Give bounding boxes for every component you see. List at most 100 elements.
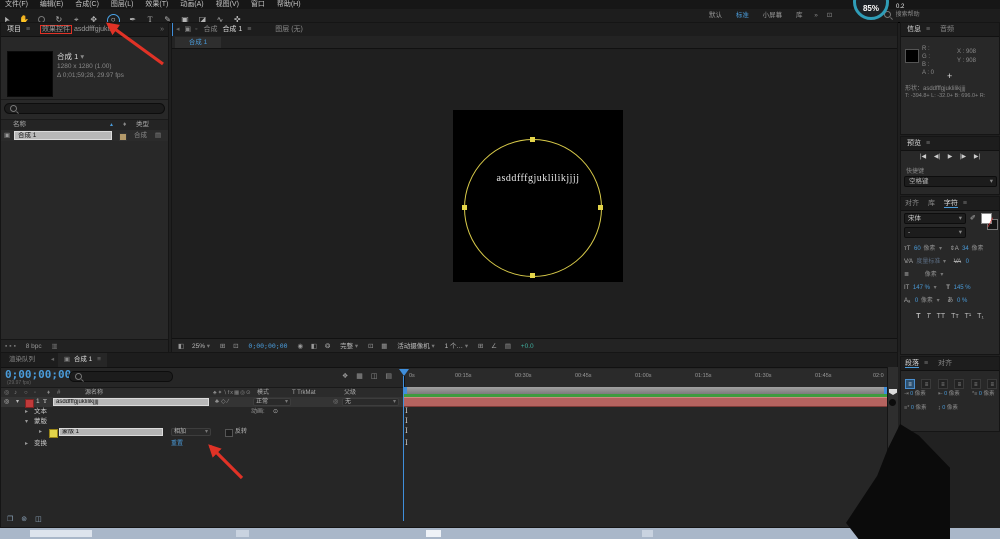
- tab-render-queue[interactable]: 渲染队列: [9, 356, 35, 363]
- caret-down-icon[interactable]: ▾: [940, 272, 943, 278]
- roi-icon[interactable]: ⊡: [368, 343, 373, 350]
- menu-help[interactable]: 帮助(H): [272, 1, 306, 8]
- tab-libraries[interactable]: 库: [928, 200, 935, 207]
- font-family-select[interactable]: 宋体 ▾: [904, 213, 966, 224]
- mask-name-field[interactable]: 蒙版 1: [59, 428, 163, 436]
- mask-invert-checkbox[interactable]: [225, 429, 233, 437]
- mask-visibility-icon[interactable]: ⊡: [233, 343, 238, 350]
- timeline-graph-icon[interactable]: ▤: [505, 343, 511, 350]
- layer-expand-caret[interactable]: ▾: [16, 397, 19, 407]
- masks-group-row[interactable]: ▾ 蒙版: [1, 417, 404, 427]
- space-before-field[interactable]: *≡ 0 像素: [972, 389, 999, 397]
- trash-icon[interactable]: ▥: [51, 343, 57, 350]
- justify-last-left-button[interactable]: ≡: [954, 379, 964, 389]
- align-center-button[interactable]: ≡: [921, 379, 931, 389]
- label-color-chip[interactable]: [119, 133, 127, 141]
- fit-icon[interactable]: ◧: [178, 343, 184, 350]
- menu-window[interactable]: 窗口: [246, 1, 270, 8]
- mask-color-chip[interactable]: [49, 429, 58, 438]
- ruler-icon[interactable]: ∠: [491, 343, 497, 350]
- color-depth[interactable]: 8 bpc: [26, 343, 42, 350]
- eyedropper-icon[interactable]: ✐: [970, 214, 976, 222]
- comp-canvas[interactable]: asddfffgjuklilikjjjj: [453, 110, 623, 282]
- caret-down-icon[interactable]: ▾: [939, 246, 942, 252]
- tab-layer-viewer[interactable]: 图层 (无): [275, 26, 303, 33]
- tab-composition-1[interactable]: 合成 1: [222, 26, 242, 33]
- workspace-grid-icon[interactable]: ⊡: [827, 12, 832, 19]
- last-frame-button[interactable]: ▶|: [974, 154, 980, 160]
- work-area-bar[interactable]: [404, 387, 887, 394]
- animate-menu-icon[interactable]: ⊙: [273, 407, 278, 417]
- playhead-line[interactable]: [403, 376, 404, 521]
- taskbar-item[interactable]: [30, 530, 92, 537]
- viewer-timecode[interactable]: 0;00;00;00: [248, 342, 287, 350]
- menu-layer[interactable]: 图层(L): [106, 1, 139, 8]
- viewer-subtab[interactable]: 合成 1: [175, 37, 221, 48]
- layer-name-field[interactable]: asddfffgjuklilikjjjj: [53, 398, 209, 406]
- draft-3d-icon[interactable]: ▦: [356, 373, 363, 380]
- all-caps-toggle[interactable]: TT: [937, 313, 946, 320]
- timeline-active-tab[interactable]: ▣ 合成 1 ≡: [58, 353, 107, 367]
- vertical-scale-value[interactable]: 147 %: [913, 285, 930, 291]
- panel-menu-icon[interactable]: ≡: [247, 26, 251, 33]
- navigator-end-handle[interactable]: [889, 389, 897, 395]
- justify-last-center-button[interactable]: ≡: [971, 379, 981, 389]
- grid-guides-icon[interactable]: ⊞: [220, 343, 225, 350]
- graph-editor-icon[interactable]: ▤: [385, 373, 392, 380]
- kerning-value[interactable]: 度量标准: [916, 259, 940, 265]
- tab-character[interactable]: 字符: [944, 200, 958, 208]
- menu-view[interactable]: 视图(V): [211, 1, 244, 8]
- small-caps-toggle[interactable]: Tт: [951, 313, 958, 320]
- horizontal-scale-value[interactable]: 145 %: [954, 285, 971, 291]
- project-overflow-icon[interactable]: »: [160, 23, 164, 36]
- space-after-field[interactable]: ≡* 0 像素: [904, 403, 927, 411]
- project-search-input[interactable]: [4, 103, 165, 114]
- mask-vertex-left[interactable]: [462, 205, 467, 210]
- zoom-level-select[interactable]: 25% ▾: [192, 343, 212, 350]
- collapsed-caret-icon[interactable]: ▸: [25, 439, 28, 449]
- show-snapshot-icon[interactable]: ◧: [311, 343, 317, 350]
- mask-1-row[interactable]: ▸ 蒙版 1 相加 ▾ 反转: [1, 427, 404, 437]
- caret-down-icon[interactable]: ▾: [943, 259, 946, 265]
- snapshot-icon[interactable]: ◉: [297, 343, 303, 350]
- indent-left-field[interactable]: ⇥ 0 像素: [904, 389, 926, 397]
- caret-down-icon[interactable]: ▾: [937, 298, 940, 304]
- comp-name[interactable]: 合成 1 ▾: [57, 51, 84, 62]
- tab-effect-controls[interactable]: 效果控件 asddfffgjukli: [40, 26, 111, 33]
- layer-switches[interactable]: ♣◇∕: [215, 397, 231, 407]
- expanded-caret-icon[interactable]: ▾: [25, 417, 28, 427]
- menu-composition[interactable]: 合成(C): [70, 1, 104, 8]
- panel-menu-icon[interactable]: ≡: [963, 200, 967, 207]
- mask-vertex-right[interactable]: [598, 205, 603, 210]
- align-left-button[interactable]: ≡: [905, 379, 915, 389]
- column-type[interactable]: 类型: [136, 120, 149, 130]
- camera-view-select[interactable]: 活动摄像机 ▾: [397, 343, 436, 350]
- back-icon[interactable]: ◂: [176, 26, 180, 33]
- play-button[interactable]: ▶: [948, 154, 953, 160]
- playhead-handle[interactable]: [399, 369, 409, 376]
- faux-bold-toggle[interactable]: T: [916, 313, 920, 320]
- layer-row-1[interactable]: ◎ ▾ 1 T asddfffgjuklilikjjjj ♣◇∕ 正常 ▾ ◎ …: [1, 397, 404, 407]
- mini-flowchart-icon[interactable]: ❖: [342, 373, 348, 380]
- text-property-row[interactable]: ▸ 文本 动画: ⊙: [1, 407, 404, 417]
- workspace-small-screen[interactable]: 小屏幕: [763, 12, 783, 19]
- caret-down-icon[interactable]: ▾: [934, 285, 937, 291]
- indent-right-field[interactable]: ⇤ 0 像素: [938, 389, 960, 397]
- menu-file[interactable]: 文件(F): [0, 1, 33, 8]
- channels-icon[interactable]: ❂: [325, 343, 330, 350]
- justify-last-right-button[interactable]: ≡: [987, 379, 997, 389]
- graph-editor-toggle-icon[interactable]: ◫: [35, 516, 42, 523]
- collapsed-caret-icon[interactable]: ▸: [39, 427, 42, 437]
- align-right-button[interactable]: ≡: [938, 379, 948, 389]
- tab-preview[interactable]: 预览: [907, 140, 921, 147]
- prev-frame-button[interactable]: ◀|: [934, 154, 940, 160]
- shortcut-select[interactable]: 空格键 ▾: [904, 176, 997, 187]
- tab-audio[interactable]: 音频: [940, 26, 954, 33]
- timeline-ruler[interactable]: 0s 00:15s 00:30s 00:45s 01:00s 01:15s 01…: [404, 369, 888, 387]
- tab-align[interactable]: 对齐: [905, 200, 919, 207]
- comp-thumbnail[interactable]: [7, 51, 53, 97]
- taskbar-item[interactable]: [642, 530, 653, 537]
- first-frame-button[interactable]: |◀: [920, 154, 926, 160]
- tab-project[interactable]: 项目: [7, 26, 21, 33]
- shy-icon[interactable]: ◫: [371, 373, 378, 380]
